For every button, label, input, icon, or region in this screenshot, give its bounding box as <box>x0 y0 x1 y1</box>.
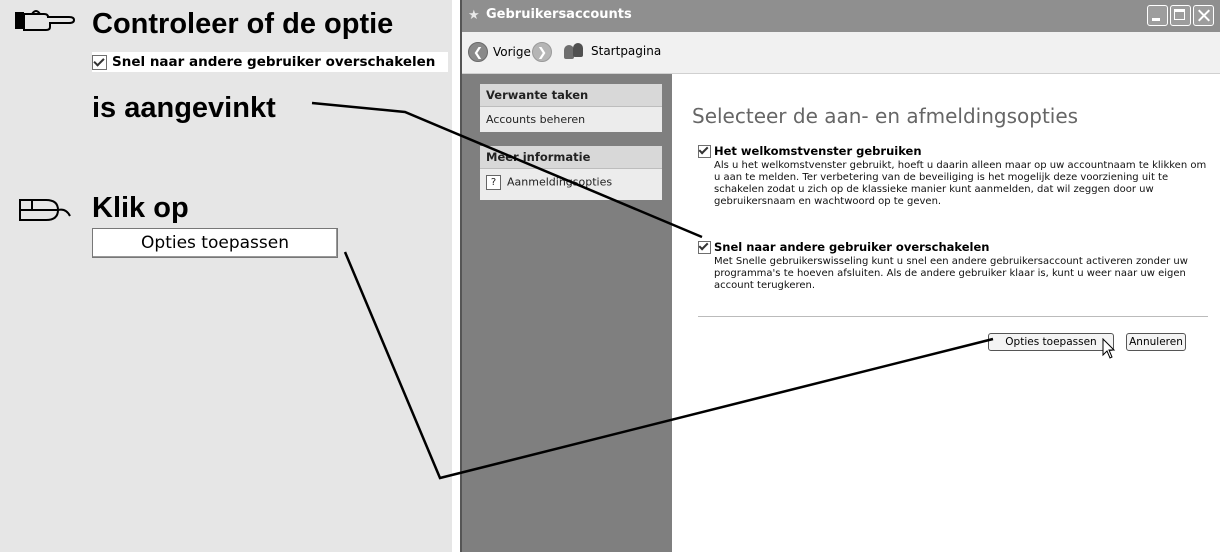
callout-lines <box>311 101 994 480</box>
button-callout-line <box>343 251 994 480</box>
checkbox-callout-line <box>311 101 703 239</box>
